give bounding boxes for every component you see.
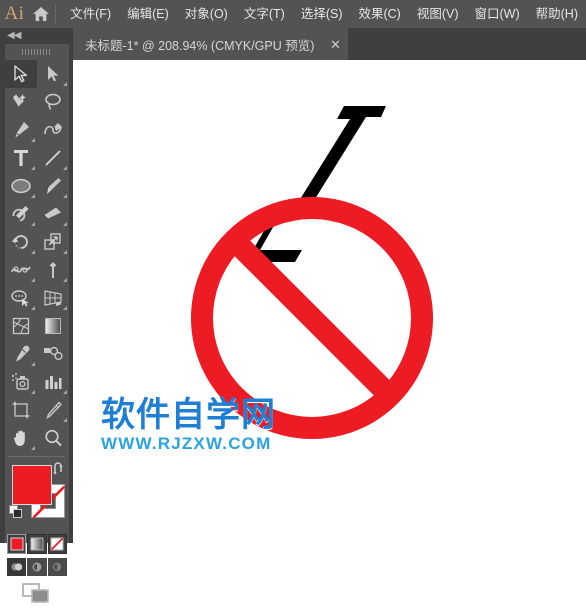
tool-flyout-indicator [31, 222, 35, 226]
fill-swatch[interactable] [12, 465, 52, 505]
blend-tool[interactable] [37, 340, 69, 368]
paintbrush-tool[interactable] [37, 172, 69, 200]
type-tool[interactable] [5, 144, 37, 172]
tool-flyout-indicator [63, 166, 67, 170]
home-icon[interactable] [29, 6, 54, 22]
column-graph-tool[interactable] [37, 368, 69, 396]
eraser-tool[interactable] [37, 200, 69, 228]
tool-panel-divider [9, 456, 65, 457]
paint-mode-row [7, 534, 67, 554]
rotate-tool[interactable] [5, 228, 37, 256]
ellipse-tool[interactable] [5, 172, 37, 200]
tool-flyout-indicator [63, 194, 67, 198]
shape-builder-tool[interactable] [5, 284, 37, 312]
menu-item-list: 文件(F) 编辑(E) 对象(O) 文字(T) 选择(S) 效果(C) 视图(V… [62, 0, 586, 28]
tool-flyout-indicator [31, 166, 35, 170]
lasso-tool[interactable] [37, 88, 69, 116]
no-entry-slash [226, 232, 398, 404]
zoom-tool[interactable] [37, 424, 69, 452]
change-screen-mode-button[interactable] [5, 576, 69, 610]
collapse-panel-button[interactable]: ◀◀ [0, 28, 73, 44]
app-logo: Ai [4, 3, 25, 24]
tool-grid [5, 60, 69, 452]
perspective-grid-tool[interactable] [37, 284, 69, 312]
pen-tool[interactable] [5, 116, 37, 144]
tool-flyout-indicator [31, 138, 35, 142]
line-segment-tool[interactable] [37, 144, 69, 172]
tool-flyout-indicator [31, 278, 35, 282]
tool-flyout-indicator [63, 278, 67, 282]
tools-panel-shell: ◀◀ [0, 28, 73, 603]
close-icon[interactable]: ✕ [328, 38, 342, 51]
swap-arrows-icon[interactable] [52, 462, 66, 476]
menu-type[interactable]: 文字(T) [236, 0, 293, 28]
gradient-tool[interactable] [37, 312, 69, 340]
tool-flyout-indicator [31, 362, 35, 366]
menu-file[interactable]: 文件(F) [62, 0, 119, 28]
tool-flyout-indicator [63, 222, 67, 226]
tool-flyout-indicator [31, 446, 35, 450]
draw-normal-button[interactable] [7, 558, 27, 576]
tool-flyout-indicator [31, 250, 35, 254]
tool-flyout-indicator [31, 194, 35, 198]
mesh-tool[interactable] [5, 312, 37, 340]
symbol-sprayer-tool[interactable] [5, 368, 37, 396]
artwork-layer [191, 106, 433, 439]
document-tab[interactable]: 未标题-1* @ 208.94% (CMYK/GPU 预览) ✕ [73, 28, 349, 60]
menu-window[interactable]: 窗口(W) [467, 0, 528, 28]
hand-tool[interactable] [5, 424, 37, 452]
tool-flyout-indicator [31, 306, 35, 310]
menu-view[interactable]: 视图(V) [409, 0, 467, 28]
menu-effect[interactable]: 效果(C) [350, 0, 408, 28]
color-mode-button[interactable] [7, 534, 27, 554]
eyedropper-tool[interactable] [5, 340, 37, 368]
magic-wand-tool[interactable] [5, 88, 37, 116]
menu-bar: Ai 文件(F) 编辑(E) 对象(O) 文字(T) 选择(S) 效果(C) 视… [0, 0, 586, 28]
menu-help[interactable]: 帮助(H) [528, 0, 586, 28]
tool-flyout-indicator [63, 418, 67, 422]
slice-tool[interactable] [37, 396, 69, 424]
artboard-tool[interactable] [5, 396, 37, 424]
illustrator-window: Ai 文件(F) 编辑(E) 对象(O) 文字(T) 选择(S) 效果(C) 视… [0, 0, 586, 603]
menu-edit[interactable]: 编辑(E) [119, 0, 177, 28]
tools-panel [5, 44, 69, 603]
menu-select[interactable]: 选择(S) [293, 0, 351, 28]
menu-object[interactable]: 对象(O) [177, 0, 236, 28]
fill-stroke-control [5, 460, 69, 532]
draw-behind-button[interactable] [27, 558, 47, 576]
tool-flyout-indicator [63, 390, 67, 394]
tool-flyout-indicator [63, 250, 67, 254]
draw-inside-button[interactable] [47, 558, 67, 576]
free-transform-tool[interactable] [37, 256, 69, 284]
tool-flyout-indicator [63, 306, 67, 310]
scale-tool[interactable] [37, 228, 69, 256]
panel-drag-handle[interactable] [5, 44, 69, 60]
tool-flyout-indicator [31, 390, 35, 394]
selection-tool[interactable] [5, 60, 37, 88]
direct-selection-tool[interactable] [37, 60, 69, 88]
curvature-tool[interactable] [37, 116, 69, 144]
document-tab-title: 未标题-1* @ 208.94% (CMYK/GPU 预览) [85, 38, 315, 53]
tool-flyout-indicator [63, 82, 67, 86]
width-tool[interactable] [5, 256, 37, 284]
draw-mode-row [7, 558, 67, 576]
menu-divider [55, 5, 57, 23]
document-tab-bar: 未标题-1* @ 208.94% (CMYK/GPU 预览) ✕ [0, 28, 586, 60]
shaper-tool[interactable] [5, 200, 37, 228]
document-canvas[interactable]: 软件自学网 WWW.RJZXW.COM [73, 60, 586, 543]
default-fill-stroke-icon[interactable] [9, 505, 23, 519]
none-mode-button[interactable] [47, 534, 67, 554]
gradient-mode-button[interactable] [27, 534, 47, 554]
